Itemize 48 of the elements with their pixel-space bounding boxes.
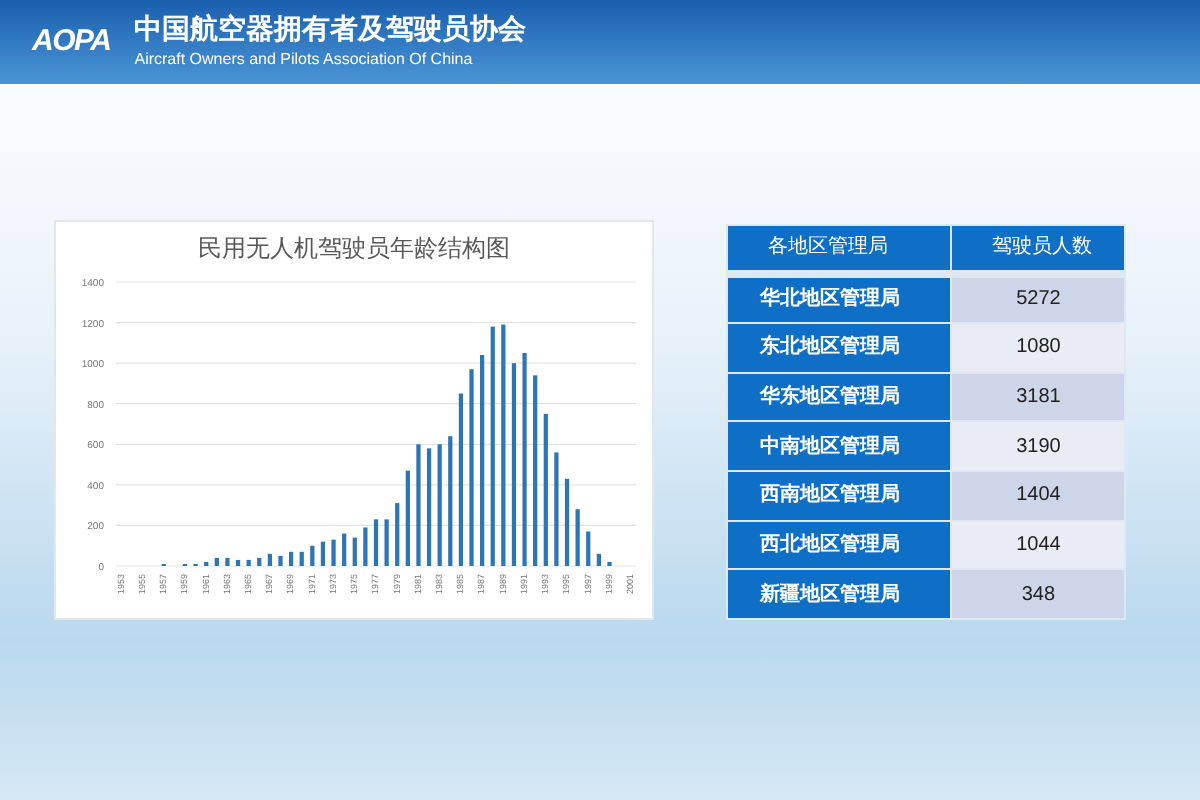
bar: [342, 533, 347, 566]
bar: [352, 537, 357, 566]
column-header: 驾驶员人数: [951, 225, 1125, 274]
bar: [278, 555, 283, 566]
bar: [267, 553, 272, 566]
bar: [384, 519, 389, 566]
bar: [289, 551, 294, 566]
bar: [257, 557, 262, 566]
bar: [310, 545, 315, 566]
column-header: 各地区管理局: [727, 225, 952, 274]
pilot-count-cell: 3181: [951, 372, 1125, 422]
bar: [395, 503, 400, 566]
region-cell: 新疆地区管理局: [727, 569, 952, 619]
bar: [246, 559, 251, 566]
header-subtitle: Aircraft Owners and Pilots Association Of China: [134, 47, 475, 72]
bar: [416, 444, 421, 566]
pilot-count-cell: 1080: [951, 322, 1125, 373]
bar: [437, 444, 442, 566]
bar: [363, 527, 368, 566]
pilot-count-cell: 3190: [951, 421, 1125, 471]
bar: [575, 509, 580, 566]
pilot-count-cell: 348: [951, 569, 1125, 619]
pilot-count-cell: 1404: [951, 470, 1125, 521]
bar: [225, 557, 230, 566]
bar: [564, 478, 570, 566]
chart-title: 民用无人机驾驶员年龄结构图: [196, 232, 512, 266]
region-cell: 华东地区管理局: [727, 372, 952, 422]
region-cell: 东北地区管理局: [727, 322, 952, 373]
bar: [373, 519, 379, 566]
bar: [448, 436, 453, 566]
bar: [596, 553, 601, 566]
bar: [554, 452, 559, 566]
region-cell: 中南地区管理局: [727, 421, 952, 471]
bar: [204, 561, 209, 566]
region-cell: 西北地区管理局: [727, 520, 952, 570]
bar: [320, 541, 326, 566]
bar: [214, 557, 219, 566]
logo: AOPA: [32, 21, 111, 62]
bar: [426, 448, 432, 566]
bar: [607, 561, 612, 566]
region-cell: 西南地区管理局: [727, 470, 952, 521]
bar: [405, 470, 410, 566]
bar: [235, 559, 241, 566]
bar: [331, 539, 336, 566]
pilot-count-cell: 1044: [951, 520, 1125, 570]
header-title: 中国航空器拥有者及驾驶员协会: [134, 12, 527, 48]
bar: [586, 531, 591, 566]
bar: [299, 551, 304, 566]
